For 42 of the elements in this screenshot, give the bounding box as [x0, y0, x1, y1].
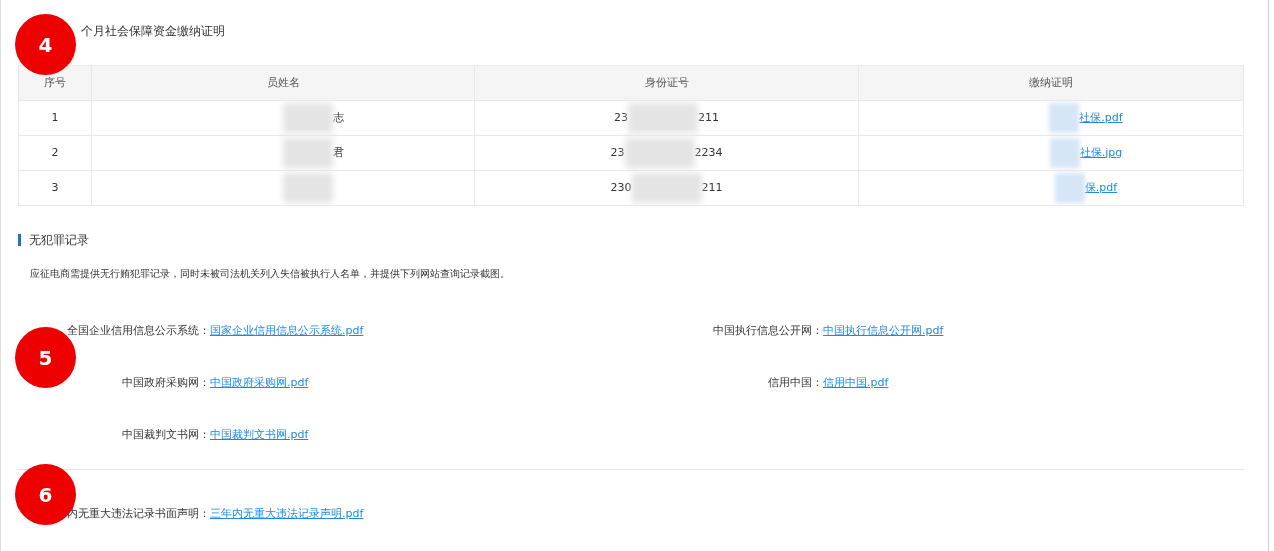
field-label: 中国执行信息公开网：: [712, 322, 823, 339]
redaction-blur: [283, 173, 333, 203]
column-header: 员姓名: [92, 66, 475, 100]
number-badge: 4: [15, 14, 76, 75]
description: 应征电商需提供无行贿犯罪记录，同时未被司法机关列入失信被执行人名单，并提供下列网站查询记录截图。: [29, 267, 511, 281]
redaction-blur: [624, 138, 695, 168]
redaction-blur: [628, 103, 698, 133]
file-link[interactable]: 中国裁判文书网.pdf: [210, 426, 309, 444]
field-label: 中国裁判文书网：: [121, 426, 210, 443]
file-link[interactable]: 三年内无重大违法记录声明.pdf: [210, 505, 364, 523]
table-cell-text: 211: [698, 109, 719, 126]
section-marker: [18, 234, 21, 246]
redaction-blur: [282, 103, 333, 133]
table-cell-text: 23: [614, 109, 628, 126]
table-cell-text: 君: [332, 144, 344, 161]
redaction-blur: [1049, 138, 1080, 168]
file-link[interactable]: 社保.pdf: [1079, 109, 1123, 127]
table-cell-text: 230: [610, 179, 632, 196]
file-link[interactable]: 中国执行信息公开网.pdf: [823, 322, 944, 340]
redaction-blur: [1049, 103, 1080, 133]
section-title: 个月社会保障资金缴纳证明: [81, 24, 225, 38]
file-link[interactable]: 保.pdf: [1084, 179, 1118, 197]
redaction-blur: [631, 173, 702, 203]
redaction-blur: [1054, 173, 1085, 203]
field-label: 中国政府采购网：: [121, 374, 210, 391]
file-link[interactable]: 信用中国.pdf: [823, 374, 889, 392]
section-title: 无犯罪记录: [29, 232, 89, 249]
file-link[interactable]: 社保.jpg: [1079, 144, 1123, 162]
redaction-blur: [282, 138, 333, 168]
table-cell-text: 211: [701, 179, 723, 196]
field-label: 信用中国：: [767, 374, 823, 391]
file-link[interactable]: 中国政府采购网.pdf: [210, 374, 309, 392]
file-link[interactable]: 国家企业信用信息公示系统.pdf: [210, 322, 364, 340]
table-cell: 3: [19, 171, 92, 205]
column-header: 缴纳证明: [1028, 74, 1074, 91]
column-header: 身份证号: [475, 66, 859, 100]
table-cell-text: 2234: [694, 144, 723, 161]
table-cell-text: 23: [610, 144, 625, 161]
field-label: 全国企业信用信息公示系统：: [66, 322, 210, 339]
table-cell-text: 志: [332, 109, 344, 126]
table-cell: 2: [19, 136, 92, 170]
table-cell: 1: [19, 101, 92, 135]
